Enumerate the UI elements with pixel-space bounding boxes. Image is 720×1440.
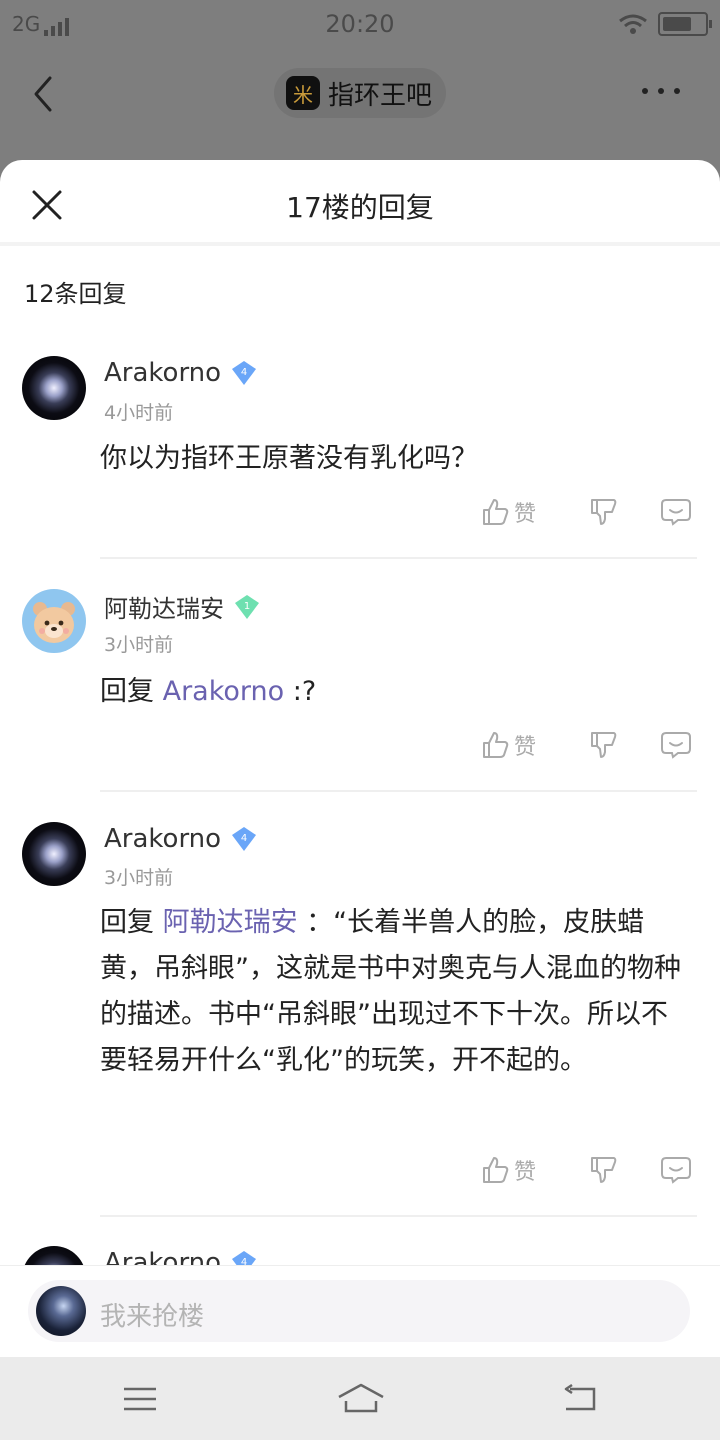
sheet-title: 17楼的回复 (286, 191, 434, 224)
level-number: 4 (241, 833, 247, 844)
divider (100, 790, 697, 792)
comment-text: 回复 Arakorno :? (100, 669, 690, 715)
comment-bubble-icon (661, 1157, 691, 1184)
more-icon[interactable] (642, 88, 680, 94)
dislike-button[interactable] (588, 1155, 618, 1185)
comment-text: 回复 阿勒达瑞安 ：“长着半兽人的脸，皮肤蜡黄，吊斜眼”，这就是书中对奥克与人混… (100, 900, 690, 1084)
mention-link[interactable]: 阿勒达瑞安 (163, 907, 298, 938)
username[interactable]: Arakorno (104, 824, 221, 854)
reply-input-placeholder[interactable]: 我来抢楼 (100, 1296, 204, 1333)
comment-time: 4小时前 (104, 402, 174, 424)
username-row: Arakorno 4 (104, 824, 257, 854)
clock: 20:20 (325, 10, 395, 38)
reply-prefix: 回复 (100, 676, 163, 707)
comment-bubble-icon (661, 499, 691, 526)
status-icons (618, 12, 712, 36)
reply-button[interactable] (660, 730, 692, 760)
username[interactable]: 阿勒达瑞安 (104, 589, 224, 624)
battery-icon (658, 12, 712, 36)
level-badge-icon: 4 (232, 361, 257, 385)
avatar[interactable] (22, 589, 86, 653)
sheet-header: 17楼的回复 (0, 160, 720, 246)
thumbs-down-icon (591, 499, 617, 525)
like-label: 赞 (514, 735, 537, 760)
reply-prefix: 回复 (100, 907, 163, 938)
comment-time: 3小时前 (104, 867, 174, 889)
status-bar: 2G 20:20 (0, 0, 720, 50)
comment-bubble-icon (661, 732, 691, 759)
username-row: Arakorno 4 (104, 1248, 257, 1265)
forum-nav-bar: 米 指环王吧 (0, 50, 720, 140)
thumbs-up-icon (483, 732, 509, 758)
back-nav-icon[interactable] (560, 1381, 600, 1417)
like-button[interactable]: 赞 (480, 729, 550, 761)
forum-logo-icon: 米 (286, 76, 320, 110)
like-label: 赞 (514, 502, 537, 527)
username-row: 阿勒达瑞安 1 (104, 589, 260, 624)
reply-button[interactable] (660, 1155, 692, 1185)
dislike-button[interactable] (588, 497, 618, 527)
forum-title: 指环王吧 (328, 80, 433, 111)
dislike-button[interactable] (588, 730, 618, 760)
divider (100, 557, 697, 559)
comment-text: 你以为指环王原著没有乳化吗？ (100, 436, 690, 482)
username-row: Arakorno 4 (104, 358, 257, 388)
reply-count: 12条回复 (24, 280, 127, 308)
like-label: 赞 (514, 1160, 537, 1185)
back-icon[interactable] (30, 74, 56, 114)
mention-link[interactable]: Arakorno (163, 676, 285, 707)
level-number: 4 (241, 367, 247, 378)
system-nav-bar (0, 1357, 720, 1440)
thumbs-down-icon (591, 732, 617, 758)
reply-button[interactable] (660, 497, 692, 527)
username[interactable]: Arakorno (104, 358, 221, 388)
comment-actions: 赞 (480, 496, 692, 528)
level-badge-icon: 4 (232, 1251, 257, 1265)
divider (100, 1215, 697, 1217)
reply-input-bar: 我来抢楼 (0, 1265, 720, 1357)
thumbs-down-icon (591, 1157, 617, 1183)
level-number: 4 (241, 1257, 247, 1265)
wifi-icon (619, 14, 647, 34)
thumbs-up-icon (483, 499, 509, 525)
like-button[interactable]: 赞 (480, 496, 550, 528)
level-number: 1 (244, 601, 250, 612)
avatar[interactable] (22, 822, 86, 886)
level-badge-icon: 4 (232, 827, 257, 851)
forum-title-chip[interactable]: 米 指环王吧 (274, 68, 447, 118)
comment-time: 3小时前 (104, 634, 174, 656)
avatar[interactable] (22, 1246, 86, 1265)
comment-actions: 赞 (480, 729, 692, 761)
comment-actions: 赞 (480, 1154, 692, 1186)
thumbs-up-icon (483, 1157, 509, 1183)
comment-body: 你以为指环王原著没有乳化吗？ (100, 443, 478, 474)
menu-icon[interactable] (120, 1381, 160, 1417)
avatar[interactable] (22, 356, 86, 420)
reply-sheet: 17楼的回复 12条回复 Arakorno 4 4小时前 你以为指环王原著没有乳… (0, 160, 720, 1265)
like-button[interactable]: 赞 (480, 1154, 550, 1186)
bear-avatar-icon (33, 602, 75, 643)
home-icon[interactable] (336, 1381, 386, 1417)
username[interactable]: Arakorno (104, 1248, 221, 1265)
my-avatar (36, 1286, 86, 1336)
comment-body: :? (284, 676, 317, 707)
level-badge-icon: 1 (235, 594, 259, 619)
